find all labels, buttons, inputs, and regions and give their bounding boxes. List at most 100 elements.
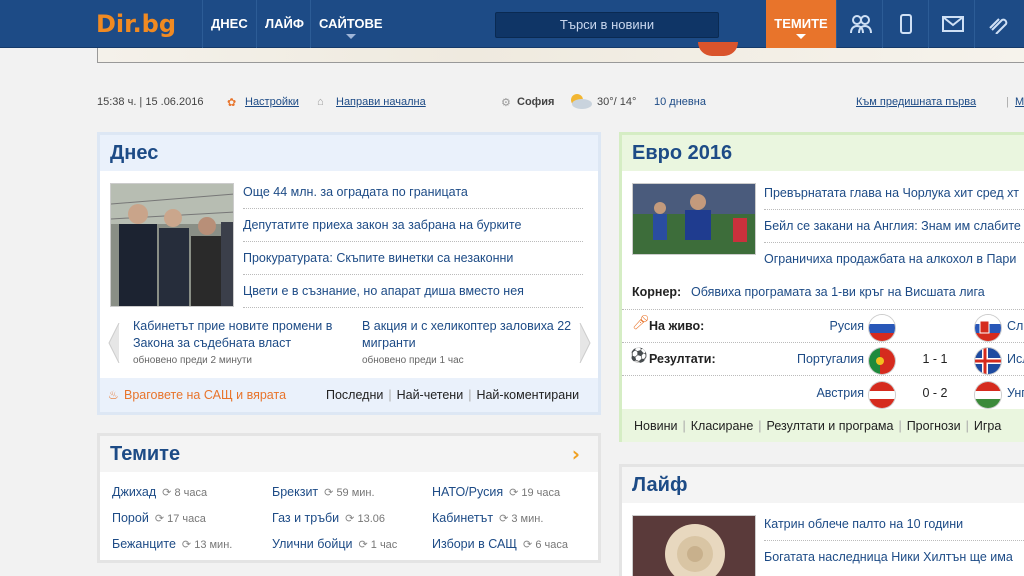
match-2-away[interactable]: Исл	[1007, 352, 1024, 366]
make-home-link[interactable]: Направи начална	[336, 96, 426, 108]
dir-bg-logo[interactable]: Dir.bg	[96, 8, 186, 40]
topic-item[interactable]: Газ и тръби13.06	[272, 511, 385, 525]
themes-button[interactable]: ТЕМИТЕ	[766, 0, 836, 48]
settings-icon: ✿	[227, 97, 237, 109]
life-title[interactable]: Лайф	[622, 467, 1024, 503]
date-time: 15:38 ч. | 15 .06.2016	[97, 96, 204, 108]
search-input[interactable]: Търси в новини	[495, 12, 719, 38]
match-3-home[interactable]: Австрия	[784, 386, 864, 400]
euro-headline-3[interactable]: Ограничиха продажбата на алкохол в Пари	[764, 252, 1016, 266]
topic-item[interactable]: Брекзит59 мин.	[272, 485, 375, 499]
match-3-score[interactable]: 0 - 2	[915, 386, 955, 400]
topic-item[interactable]: Избори в САЩ6 часа	[432, 537, 568, 551]
info-bar: 15:38 ч. | 15 .06.2016 ✿ Настройки ⌂ Нап…	[97, 94, 1024, 114]
today-footer: ♨ Враговете на САЩ и вярата Последни | Най…	[100, 378, 598, 412]
today-headline-1[interactable]: Още 44 млн. за оградата по границата	[243, 185, 468, 199]
settings-link[interactable]: Настройки	[245, 96, 299, 108]
euro-2016-box: Евро 2016 Превърнатата глава на Чорлука …	[619, 132, 1024, 442]
topic-item[interactable]: Порой17 часа	[112, 511, 206, 525]
topic-item[interactable]: Кабинетът3 мин.	[432, 511, 543, 525]
sub-news-1[interactable]: Кабинетът прие новите промени в Закона з…	[133, 318, 343, 352]
euro-footer: Новини | Класиране | Резултати и програма | Пр…	[622, 409, 1024, 442]
topic-item[interactable]: Джихад8 часа	[112, 485, 207, 499]
gear-icon: ⚙	[501, 97, 511, 109]
tab-game[interactable]: Игра	[974, 419, 1001, 433]
sub-news-2[interactable]: В акция и с хеликоптер заловиха 22 мигра…	[362, 318, 572, 352]
mobile-button[interactable]	[882, 0, 928, 48]
today-photo[interactable]	[110, 183, 234, 307]
attach-button[interactable]	[974, 0, 1020, 48]
euro-title[interactable]: Евро 2016	[622, 135, 1024, 171]
corner-label: Корнер:	[632, 285, 682, 299]
topic-item[interactable]: НАТО/Русия19 часа	[432, 485, 560, 499]
svg-text:Dir.bg: Dir.bg	[96, 10, 176, 38]
nav-life[interactable]: ЛАЙФ	[256, 0, 312, 48]
life-box: Лайф Катрин облече палто на 10 години Бо…	[619, 464, 1024, 576]
euro-headline-2[interactable]: Бейл се закани на Англия: Знам им слабит…	[764, 219, 1021, 233]
flag-hungary	[975, 382, 1001, 408]
match-1-away[interactable]: Сло	[1007, 319, 1024, 333]
life-photo[interactable]	[632, 515, 756, 576]
tab-news[interactable]: Новини	[634, 419, 678, 433]
fire-icon: ♨	[108, 388, 119, 402]
sub-news-2-time: обновено преди 1 час	[362, 355, 464, 366]
corner-link[interactable]: Обявиха програмата за 1-ви кръг на Висша…	[691, 285, 985, 299]
topic-item[interactable]: Улични бойци1 час	[272, 537, 397, 551]
match-1-home[interactable]: Русия	[784, 319, 864, 333]
sub-news-1-time: обновено преди 2 минути	[133, 355, 253, 366]
tab-standings[interactable]: Класиране	[691, 419, 754, 433]
ad-banner-strip[interactable]	[97, 42, 1024, 63]
today-headline-2[interactable]: Депутатите приеха закон за забрана на бу…	[243, 218, 521, 232]
euro-headline-1[interactable]: Превърнатата глава на Чорлука хит сред х…	[764, 186, 1019, 200]
separator: |	[1006, 96, 1009, 108]
results-label: Резултати:	[649, 352, 716, 366]
live-label: На живо:	[649, 319, 705, 333]
tab-results[interactable]: Резултати и програма	[767, 419, 894, 433]
flag-russia	[869, 315, 895, 341]
match-3-away[interactable]: Унг	[1007, 386, 1024, 400]
carousel-prev-arrow[interactable]	[108, 323, 120, 363]
today-headline-3[interactable]: Прокуратурата: Скъпите винетки са незако…	[243, 251, 513, 265]
nav-today[interactable]: ДНЕС	[202, 0, 256, 48]
flag-iceland	[975, 348, 1001, 374]
themes-title[interactable]: Темите	[100, 436, 598, 472]
tab-latest[interactable]: Последни	[326, 388, 383, 402]
match-2-score[interactable]: 1 - 1	[915, 352, 955, 366]
city-name[interactable]: София	[517, 96, 554, 108]
match-2-home[interactable]: Португалия	[784, 352, 864, 366]
users-icon	[850, 15, 872, 34]
today-headline-4[interactable]: Цвети е в съзнание, но апарат диша вмест…	[243, 284, 524, 298]
home-icon: ⌂	[317, 96, 324, 108]
themes-box: Темите › Джихад8 часа Брекзит59 мин. НАТ…	[97, 433, 601, 563]
microphone-icon: 🎤︎	[632, 315, 650, 331]
today-box: Днес Още 44 млн. за оградата по границат…	[97, 132, 601, 415]
forecast-link[interactable]: 10 дневна	[654, 96, 706, 108]
euro-tabs: Новини | Класиране | Резултати и програма | Пр…	[634, 419, 1002, 433]
temperature: 30°/ 14°	[597, 96, 637, 108]
topic-item[interactable]: Бежанците13 мин.	[112, 537, 232, 551]
flag-austria	[869, 382, 895, 408]
tab-most-read[interactable]: Най-четени	[397, 388, 464, 402]
results-icon: ⚽	[630, 348, 648, 364]
euro-photo[interactable]	[632, 183, 756, 255]
mobile-icon	[900, 14, 912, 34]
users-button[interactable]	[836, 0, 882, 48]
extra-link[interactable]: М	[1015, 96, 1024, 108]
nav-sites[interactable]: САЙТОВЕ	[310, 0, 391, 48]
mail-icon	[942, 16, 964, 32]
flag-portugal	[869, 348, 895, 374]
chevron-right-icon[interactable]: ›	[572, 442, 580, 466]
tab-most-commented[interactable]: Най-коментирани	[476, 388, 579, 402]
life-headline-2[interactable]: Богатата наследница Ники Хилтън ще има	[764, 550, 1013, 564]
today-title[interactable]: Днес	[100, 135, 598, 171]
weather-icon	[567, 92, 593, 113]
life-headline-1[interactable]: Катрин облече палто на 10 години	[764, 517, 963, 531]
hot-topic-link[interactable]: Враговете на САЩ и вярата	[124, 388, 286, 402]
top-navigation: Dir.bg ДНЕС ЛАЙФ САЙТОВЕ Търси в новини …	[0, 0, 1024, 48]
previous-front-link[interactable]: Към предишната първа	[856, 96, 976, 108]
mail-button[interactable]	[928, 0, 974, 48]
tab-predictions[interactable]: Прогнози	[907, 419, 961, 433]
today-tabs: Последни | Най-четени | Най-коментирани	[326, 388, 580, 402]
carousel-next-arrow[interactable]	[579, 323, 591, 363]
attach-icon	[989, 18, 1008, 34]
